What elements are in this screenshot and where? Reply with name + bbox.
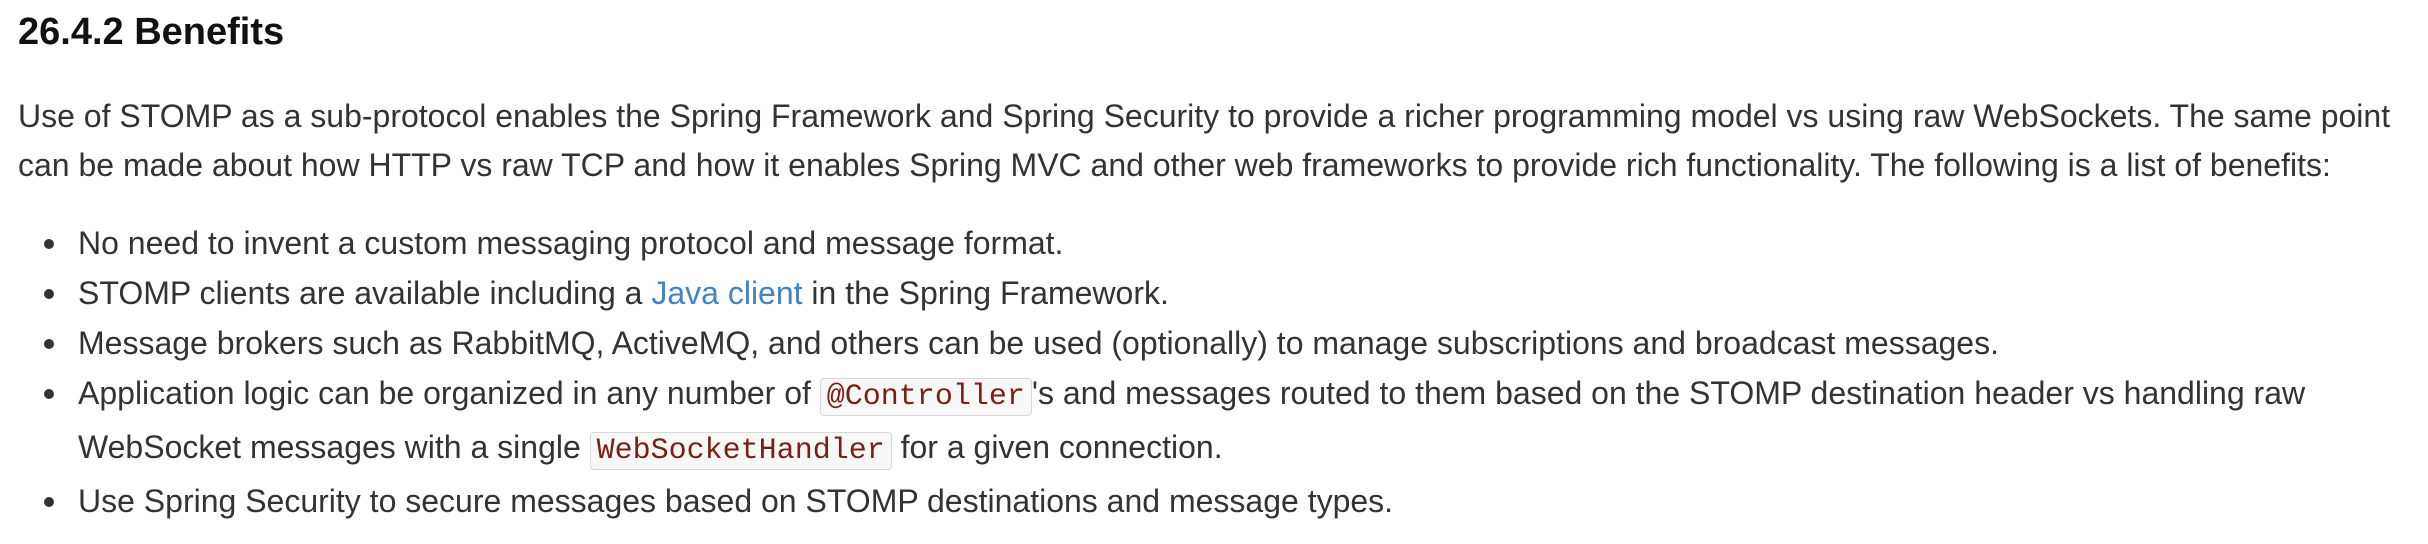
bullet-icon bbox=[44, 239, 54, 249]
bullet-icon bbox=[44, 339, 54, 349]
list-item: Application logic can be organized in an… bbox=[44, 368, 2408, 476]
list-item: STOMP clients are available including a … bbox=[44, 268, 2408, 318]
bullet-icon bbox=[44, 497, 54, 507]
list-item-text: STOMP clients are available including a bbox=[78, 275, 652, 311]
document-section: 26.4.2 Benefits Use of STOMP as a sub-pr… bbox=[0, 0, 2428, 526]
bullet-icon bbox=[44, 389, 54, 399]
list-item: Use Spring Security to secure messages b… bbox=[44, 476, 2408, 526]
list-item: Message brokers such as RabbitMQ, Active… bbox=[44, 318, 2408, 368]
list-item-text: Message brokers such as RabbitMQ, Active… bbox=[78, 325, 1999, 361]
bullet-icon bbox=[44, 289, 54, 299]
list-item: No need to invent a custom messaging pro… bbox=[44, 218, 2408, 268]
list-item-text: in the Spring Framework. bbox=[802, 275, 1169, 311]
list-item-text: for a given connection. bbox=[891, 429, 1223, 465]
list-item-text: No need to invent a custom messaging pro… bbox=[78, 225, 1064, 261]
list-item-text: Use Spring Security to secure messages b… bbox=[78, 483, 1394, 519]
intro-paragraph: Use of STOMP as a sub-protocol enables t… bbox=[18, 98, 2391, 183]
section-title: 26.4.2 Benefits bbox=[18, 11, 285, 53]
benefits-list: No need to invent a custom messaging pro… bbox=[18, 218, 2428, 526]
list-item-text: Application logic can be organized in an… bbox=[78, 375, 820, 411]
controller-code: @Controller bbox=[819, 378, 1032, 416]
java-client-link[interactable]: Java client bbox=[651, 275, 802, 311]
websockethandler-code: WebSocketHandler bbox=[589, 432, 892, 470]
